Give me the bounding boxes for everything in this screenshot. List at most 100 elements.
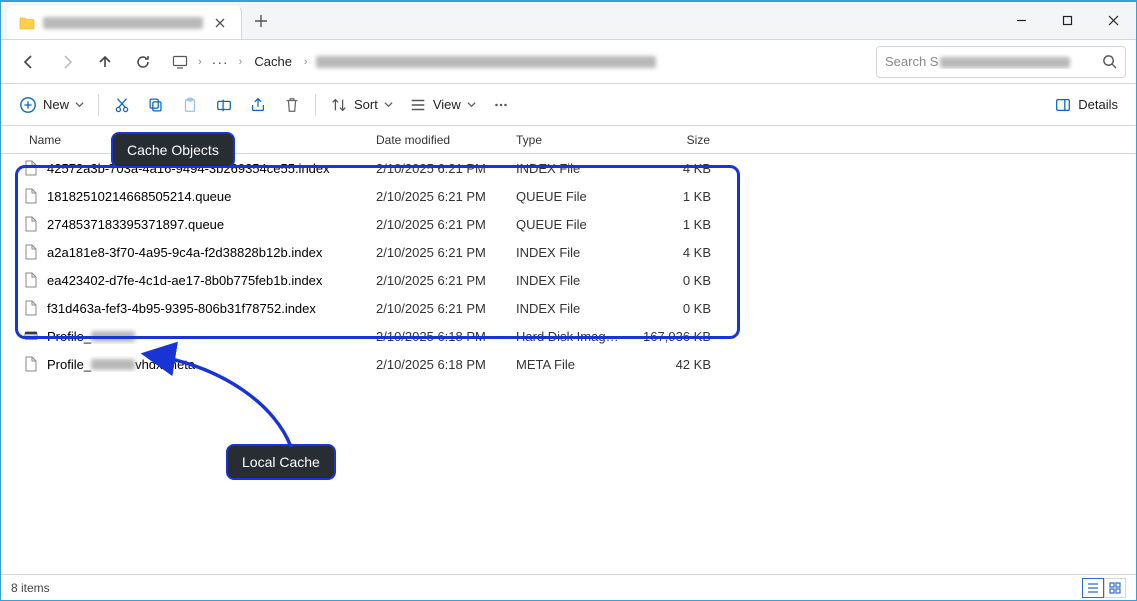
search-input[interactable]: Search S	[876, 46, 1126, 78]
chevron-right-icon: ›	[194, 56, 206, 68]
close-button[interactable]	[1090, 2, 1136, 39]
table-row[interactable]: 2748537183395371897.queue2/10/2025 6:21 …	[1, 210, 1136, 238]
file-type: INDEX File	[506, 161, 631, 176]
sort-icon	[330, 96, 348, 114]
tab-active[interactable]	[7, 6, 242, 39]
search-placeholder: Search S	[885, 54, 1098, 69]
delete-icon	[283, 96, 301, 114]
thumbnails-view-button[interactable]	[1104, 578, 1126, 598]
up-button[interactable]	[87, 46, 123, 78]
file-type: Hard Disk Image F...	[506, 329, 631, 344]
file-size: 1 KB	[631, 189, 721, 204]
sort-label: Sort	[354, 97, 378, 112]
file-type: INDEX File	[506, 245, 631, 260]
table-row[interactable]: f31d463a-fef3-4b95-9395-806b31f78752.ind…	[1, 294, 1136, 322]
search-icon	[1102, 54, 1117, 69]
breadcrumb-overflow[interactable]: ···	[210, 54, 231, 70]
paste-button[interactable]	[173, 89, 207, 121]
minimize-button[interactable]	[998, 2, 1044, 39]
copy-icon	[147, 96, 165, 114]
cut-icon	[113, 96, 131, 114]
file-type: QUEUE File	[506, 217, 631, 232]
file-type: META File	[506, 357, 631, 372]
new-label: New	[43, 97, 69, 112]
file-icon	[23, 188, 39, 204]
disk-icon	[23, 328, 39, 344]
file-name: Profile_	[47, 329, 135, 344]
share-button[interactable]	[241, 89, 275, 121]
file-icon	[23, 160, 39, 176]
column-type[interactable]: Type	[506, 133, 631, 147]
file-name: 18182510214668505214.queue	[47, 189, 231, 204]
file-date: 2/10/2025 6:18 PM	[366, 329, 506, 344]
refresh-button[interactable]	[125, 46, 161, 78]
file-size: 4 KB	[631, 245, 721, 260]
share-icon	[249, 96, 267, 114]
view-mode-toggle	[1082, 578, 1126, 598]
view-button[interactable]: View	[401, 89, 484, 121]
file-size: 0 KB	[631, 273, 721, 288]
close-tab-icon[interactable]	[211, 14, 229, 32]
file-name: 42572a3b-703a-4a16-9494-3b269354ce55.ind…	[47, 161, 330, 176]
breadcrumb-segment[interactable]: Cache	[250, 50, 296, 73]
file-size: 167,936 KB	[631, 329, 721, 344]
table-row[interactable]: Profile_ 2/10/2025 6:18 PMHard Disk Image…	[1, 322, 1136, 350]
search-placeholder-prefix: Search S	[885, 54, 938, 69]
details-view-button[interactable]	[1082, 578, 1104, 598]
cut-button[interactable]	[105, 89, 139, 121]
new-icon	[19, 96, 37, 114]
details-pane-button[interactable]: Details	[1046, 89, 1126, 121]
file-date: 2/10/2025 6:21 PM	[366, 217, 506, 232]
file-icon	[23, 244, 39, 260]
back-button[interactable]	[11, 46, 47, 78]
more-button[interactable]	[484, 89, 518, 121]
file-type: INDEX File	[506, 301, 631, 316]
chevron-right-icon: ›	[235, 56, 247, 68]
address-bar: › ··· › Cache › Search S	[1, 40, 1136, 84]
view-label: View	[433, 97, 461, 112]
new-button[interactable]: New	[11, 89, 92, 121]
file-icon	[23, 272, 39, 288]
chevron-down-icon	[467, 100, 476, 109]
file-size: 0 KB	[631, 301, 721, 316]
table-row[interactable]: a2a181e8-3f70-4a95-9c4a-f2d38828b12b.ind…	[1, 238, 1136, 266]
rename-icon	[215, 96, 233, 114]
file-icon	[23, 300, 39, 316]
details-pane-icon	[1054, 96, 1072, 114]
explorer-window: › ··· › Cache › Search S New	[0, 0, 1137, 601]
table-row[interactable]: 42572a3b-703a-4a16-9494-3b269354ce55.ind…	[1, 154, 1136, 182]
chevron-down-icon	[384, 100, 393, 109]
paste-icon	[181, 96, 199, 114]
file-date: 2/10/2025 6:18 PM	[366, 357, 506, 372]
file-size: 4 KB	[631, 161, 721, 176]
table-row[interactable]: Profile_vhdx.meta2/10/2025 6:18 PMMETA F…	[1, 350, 1136, 378]
file-size: 42 KB	[631, 357, 721, 372]
maximize-button[interactable]	[1044, 2, 1090, 39]
forward-button[interactable]	[49, 46, 85, 78]
file-name: f31d463a-fef3-4b95-9395-806b31f78752.ind…	[47, 301, 316, 316]
sort-button[interactable]: Sort	[322, 89, 401, 121]
more-icon	[492, 96, 510, 114]
folder-icon	[19, 16, 35, 30]
new-tab-button[interactable]	[242, 2, 280, 39]
file-date: 2/10/2025 6:21 PM	[366, 301, 506, 316]
rename-button[interactable]	[207, 89, 241, 121]
file-type: INDEX File	[506, 273, 631, 288]
search-placeholder-obscured	[940, 57, 1070, 68]
file-date: 2/10/2025 6:21 PM	[366, 189, 506, 204]
copy-button[interactable]	[139, 89, 173, 121]
location-pc-icon	[170, 54, 190, 70]
file-name: ea423402-d7fe-4c1d-ae17-8b0b775feb1b.ind…	[47, 273, 322, 288]
tab-title-obscured	[43, 17, 203, 29]
column-headers: Name Date modified Type Size	[1, 126, 1136, 154]
details-label: Details	[1078, 97, 1118, 112]
table-row[interactable]: ea423402-d7fe-4c1d-ae17-8b0b775feb1b.ind…	[1, 266, 1136, 294]
file-list[interactable]: 42572a3b-703a-4a16-9494-3b269354ce55.ind…	[1, 154, 1136, 574]
delete-button[interactable]	[275, 89, 309, 121]
chevron-down-icon	[75, 100, 84, 109]
table-row[interactable]: 18182510214668505214.queue 2/10/2025 6:21…	[1, 182, 1136, 210]
breadcrumb[interactable]: › ··· › Cache ›	[163, 46, 874, 78]
column-name[interactable]: Name	[1, 133, 366, 147]
column-date[interactable]: Date modified	[366, 133, 506, 147]
column-size[interactable]: Size	[631, 133, 721, 147]
